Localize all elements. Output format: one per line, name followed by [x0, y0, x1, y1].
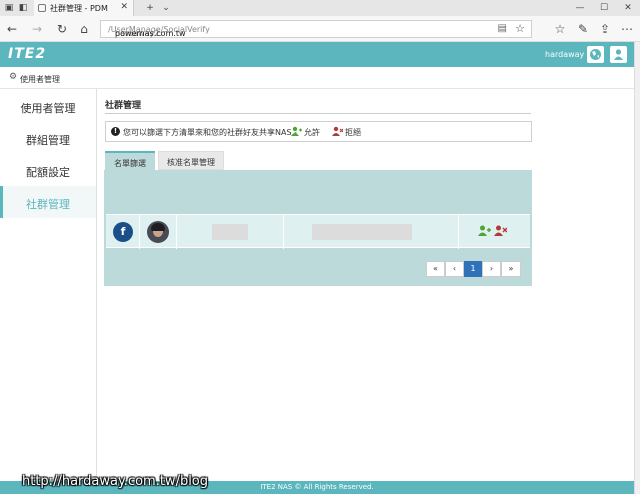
watermark-text: http://hardaway.com.tw/blog	[22, 474, 209, 489]
user-remove-icon	[332, 126, 343, 136]
app-logo[interactable]: ITE2	[8, 46, 46, 62]
pager-current-label: 1	[470, 264, 476, 273]
close-window-icon[interactable]: ✕	[622, 2, 634, 14]
pager-next-button[interactable]: ›	[482, 261, 501, 277]
facebook-icon: f	[113, 222, 133, 242]
tab-title: 社群管理 - PDM	[50, 4, 108, 13]
page-favicon-icon	[38, 4, 46, 12]
app-header: ITE2 hardaway	[0, 42, 634, 67]
breadcrumb-label[interactable]: 使用者管理	[20, 74, 60, 85]
table-row: f	[106, 214, 530, 249]
info-text: 您可以篩選下方清單來和您的社群好友共享NAS -	[123, 128, 297, 137]
sidebar-item-quota-settings[interactable]: 配額設定	[0, 154, 96, 186]
user-icon	[614, 49, 623, 60]
column-divider	[176, 215, 177, 249]
sidebar-item-social-management[interactable]: 社群管理	[0, 186, 96, 218]
column-divider	[458, 215, 459, 249]
sidebar-item-label: 社群管理	[26, 198, 70, 211]
sidebar-item-user-management[interactable]: 使用者管理	[0, 90, 96, 122]
sidebar: 使用者管理 群組管理 配額設定 社群管理	[0, 89, 97, 481]
column-divider	[139, 215, 140, 249]
pager-first-glyph: «	[433, 264, 438, 273]
tab-label: 核准名單管理	[167, 158, 215, 167]
sidebar-item-label: 群組管理	[26, 134, 70, 147]
tab-preview-icon[interactable]: ◧	[17, 2, 29, 14]
new-tab-button[interactable]: +	[144, 2, 156, 14]
info-icon: !	[111, 127, 120, 136]
avatar-hair	[151, 223, 165, 231]
redacted-name	[212, 224, 248, 240]
chevron-down-icon[interactable]: ⌄	[160, 2, 172, 14]
share-icon[interactable]: ⇪	[598, 22, 612, 36]
address-bar[interactable]: hardaway2. powernas.com.tw/UserManage/Soc…	[100, 20, 532, 38]
maximize-icon[interactable]: ☐	[598, 2, 610, 14]
web-note-icon[interactable]: ✎	[576, 22, 590, 36]
tab-approved-list[interactable]: 核准名單管理	[158, 151, 224, 170]
page-scrollbar[interactable]	[634, 42, 640, 494]
page-title: 社群管理	[105, 101, 142, 111]
user-add-icon	[291, 126, 302, 136]
allow-user-icon[interactable]	[478, 225, 491, 236]
tab-actions-icon[interactable]: ▣	[3, 2, 15, 14]
language-button[interactable]	[587, 46, 604, 63]
breadcrumb: ⚙ 使用者管理	[0, 67, 634, 89]
back-icon[interactable]: ←	[5, 22, 19, 36]
home-icon[interactable]: ⌂	[77, 22, 91, 36]
favorites-hub-icon[interactable]: ☆	[553, 22, 567, 36]
url-text: hardaway2. powernas.com.tw/UserManage/Soc…	[108, 25, 210, 38]
refresh-icon[interactable]: ↻	[55, 22, 69, 36]
pager-next-glyph: ›	[489, 264, 494, 273]
pager-current-page[interactable]: 1	[464, 261, 482, 277]
browser-toolbar: ← → ↻ ⌂ hardaway2. powernas.com.tw/UserMa…	[0, 16, 640, 42]
deny-user-icon[interactable]	[494, 225, 507, 236]
tab-filter-list[interactable]: 名單篩選	[105, 151, 155, 170]
title-divider	[105, 113, 531, 114]
minimize-icon[interactable]: —	[574, 2, 586, 14]
browser-tab[interactable]: 社群管理 - PDM ✕	[34, 0, 134, 16]
pager-last-button[interactable]: »	[501, 261, 521, 277]
globe-icon	[590, 49, 601, 60]
avatar	[147, 221, 169, 243]
allow-label: 允許	[304, 128, 320, 137]
pager-first-button[interactable]: «	[426, 261, 445, 277]
deny-label: 拒絕	[345, 128, 361, 137]
column-divider	[283, 215, 284, 249]
browser-tab-bar: ▣ ◧ 社群管理 - PDM ✕ + ⌄ — ☐ ✕	[0, 0, 640, 16]
favorite-star-icon[interactable]: ☆	[515, 22, 525, 35]
pager-prev-glyph: ‹	[452, 264, 457, 273]
forward-icon[interactable]: →	[30, 22, 44, 36]
close-tab-icon[interactable]: ✕	[120, 2, 128, 12]
more-icon[interactable]: ⋯	[620, 22, 634, 36]
account-button[interactable]	[610, 46, 627, 63]
sidebar-item-label: 配額設定	[26, 166, 70, 179]
username-label: hardaway	[545, 50, 585, 59]
tab-label: 名單篩選	[114, 159, 146, 168]
url-domain: powernas.com.tw	[115, 29, 186, 38]
sidebar-item-group-management[interactable]: 群組管理	[0, 122, 96, 154]
sidebar-item-label: 使用者管理	[20, 102, 76, 115]
pager-last-glyph: »	[508, 264, 514, 273]
gear-icon: ⚙	[9, 72, 18, 82]
reading-view-icon[interactable]: ▤	[498, 23, 507, 34]
info-message: ! 您可以篩選下方清單來和您的社群好友共享NAS - 允許 拒絕	[105, 121, 532, 142]
pager-prev-button[interactable]: ‹	[445, 261, 464, 277]
redacted-account	[312, 224, 412, 240]
